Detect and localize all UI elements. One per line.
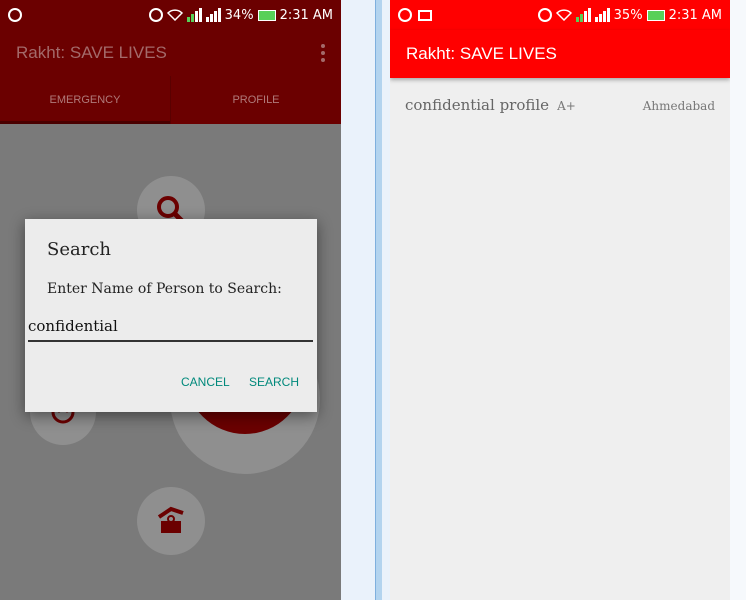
app-bar: Rakht: SAVE LIVES [0,30,341,76]
search-submit-button[interactable]: SEARCH [249,375,299,389]
search-dialog: Search Enter Name of Person to Search: C… [25,219,317,412]
left-phone-screen: 34% 2:31 AM Rakht: SAVE LIVES EMERGENCY … [0,0,341,600]
search-input[interactable] [28,312,313,342]
battery-charging-icon [646,9,665,21]
right-edge [730,0,746,600]
alarm-icon [537,8,552,22]
status-time: 2:31 AM [668,7,722,23]
list-item[interactable]: confidential profile A+ Ahmedabad [390,96,730,120]
tab-profile[interactable]: PROFILE [170,76,341,124]
tab-emergency[interactable]: EMERGENCY [0,76,170,124]
status-time: 2:31 AM [279,7,333,23]
screenshot-divider [375,0,382,600]
gallery-icon [418,9,432,21]
battery-charging-icon [257,9,276,21]
screenshot-gap-2 [382,0,390,600]
right-phone-screen: 35% 2:31 AM Rakht: SAVE LIVES confidenti… [390,0,730,600]
result-city: Ahmedabad [642,99,715,113]
result-blood-group: A+ [557,99,576,113]
app-title: Rakht: SAVE LIVES [406,44,557,63]
donate-button[interactable] [137,487,205,555]
wifi-icon [555,9,572,21]
battery-percent: 34% [224,7,254,23]
status-bar: 34% 2:31 AM [0,0,341,30]
status-bar: 35% 2:31 AM [390,0,730,30]
dialog-title: Search [47,239,111,260]
messenger-icon [8,8,22,22]
result-name: confidential profile [405,96,550,114]
signal-icon [186,8,202,22]
messenger-icon [398,8,412,22]
wifi-icon [166,9,183,21]
signal-icon [575,8,591,22]
dialog-message: Enter Name of Person to Search: [47,281,282,297]
overflow-menu-icon[interactable] [321,44,325,62]
signal-2-icon [205,8,221,22]
battery-percent: 35% [613,7,643,23]
app-bar: Rakht: SAVE LIVES [390,30,730,78]
cancel-button[interactable]: CANCEL [181,375,230,389]
alarm-icon [148,8,163,22]
screenshot-gap [341,0,375,600]
donate-icon [157,506,184,533]
app-title: Rakht: SAVE LIVES [16,43,167,62]
tab-bar: EMERGENCY PROFILE [0,76,341,124]
signal-2-icon [594,8,610,22]
